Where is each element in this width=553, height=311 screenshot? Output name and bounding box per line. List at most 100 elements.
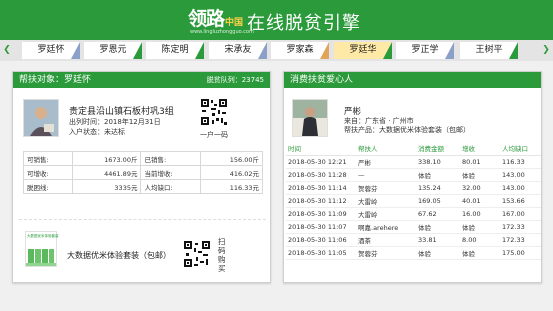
product-image[interactable]: 大数据优米体验套装 — [25, 231, 59, 267]
tab-label: 宋承友 — [224, 45, 252, 55]
person-photo-icon — [24, 100, 58, 136]
beneficiary-title: 帮扶对象：罗廷怀 — [19, 75, 92, 85]
qr-code-icon — [183, 240, 211, 268]
product-qr-code[interactable] — [183, 240, 211, 268]
tab-person[interactable]: 罗廷怀 — [22, 42, 80, 59]
table-row: 2018-05-30 11:12 大雷岭 169.05 40.01 153.66 — [286, 194, 541, 208]
stat-value: 4461.89元 — [71, 165, 142, 180]
beneficiary-address: 贵定县沿山镇石板村巩3组 — [69, 107, 174, 117]
table-cell: 贺蓉芬 — [356, 246, 416, 260]
donors-panel: 消费扶贫爱心人 严彬 来自：广东省 · 广州市 帮扶产品：大数据优米体验套装（包… — [283, 71, 542, 283]
tab-person[interactable]: 罗恩元 — [84, 42, 142, 59]
tab-corner-marker — [320, 42, 329, 59]
table-cell: 135.24 — [416, 181, 460, 195]
table-cell: 167.00 — [500, 207, 541, 221]
table-cell: 116.33 — [500, 155, 541, 169]
logo-main-text: 领路 — [188, 8, 225, 30]
stats-row: 可销售: 1673.00斤 已销售: 156.00斤 — [23, 151, 263, 166]
tab-label: 罗正学 — [411, 45, 439, 55]
table-cell: 体验 — [416, 220, 460, 234]
table-cell: 大雷岭 — [356, 194, 416, 208]
table-cell: 32.00 — [460, 181, 500, 195]
tabs-next-icon[interactable]: ❯ — [542, 44, 550, 56]
tab-label: 罗家森 — [286, 45, 314, 55]
table-row: 2018-05-30 11:07 啊嘉.arehere 体验 体验 172.33 — [286, 220, 541, 234]
table-cell: 体验 — [460, 220, 500, 234]
scan-to-buy-label: 扫码购买 — [218, 237, 226, 273]
tab-label: 王树平 — [475, 45, 503, 55]
table-cell: 8.00 — [460, 233, 500, 247]
table-cell: 严彬 — [356, 155, 416, 169]
column-header: 人均缺口 — [500, 142, 541, 156]
table-cell: 体验 — [416, 168, 460, 182]
stat-value: 3335元 — [71, 179, 142, 194]
beneficiary-panel-header: 帮扶对象：罗廷怀 脱贫队列：23745 — [13, 72, 270, 88]
column-header: 增收 — [460, 142, 500, 156]
tabs-prev-icon[interactable]: ❮ — [3, 44, 11, 56]
column-header: 消费金额 — [416, 142, 460, 156]
rice-bags-icon — [26, 249, 56, 266]
stat-label: 可增收: — [23, 165, 73, 180]
stat-label: 已销售: — [140, 151, 202, 166]
tab-person[interactable]: 王树平 — [460, 42, 518, 59]
household-qr-code[interactable] — [200, 98, 228, 126]
tab-corner-marker — [509, 42, 518, 59]
table-cell: 2018-05-30 11:14 — [286, 181, 356, 195]
tab-corner-marker — [445, 42, 454, 59]
tab-person[interactable]: 罗家森 — [271, 42, 329, 59]
table-row: 2018-05-30 11:09 大雷岭 67.62 16.00 167.00 — [286, 207, 541, 221]
tab-label: 罗廷怀 — [37, 45, 65, 55]
table-cell: 啊嘉.arehere — [356, 220, 416, 234]
tab-label: 罗恩元 — [99, 45, 127, 55]
table-cell: 2018-05-30 11:28 — [286, 168, 356, 182]
tab-person[interactable]: 陈定明 — [146, 42, 204, 59]
logo[interactable]: 领路 中国 www.lingluzhongguo.com — [188, 7, 254, 35]
out-time: 出列时间：2018年12月31日 — [69, 118, 161, 126]
table-cell: 2018-05-30 11:05 — [286, 246, 356, 260]
logo-url-text: www.lingluzhongguo.com — [190, 29, 254, 35]
table-cell: 2018-05-30 11:12 — [286, 194, 356, 208]
stat-value: 156.00斤 — [200, 151, 263, 166]
tab-person[interactable]: 罗正学 — [396, 42, 454, 59]
tab-label: 陈定明 — [161, 45, 189, 55]
table-cell: 2018-05-30 12:21 — [286, 155, 356, 169]
tab-corner-marker — [133, 42, 142, 59]
donor-product: 帮扶产品：大数据优米体验套装（包邮） — [344, 126, 470, 134]
household-stats-table: 可销售: 1673.00斤 已销售: 156.00斤 可增收: 4461.89元 当前增收:… — [23, 151, 263, 194]
stat-value: 1673.00斤 — [71, 151, 142, 166]
stat-label: 当前增收: — [140, 165, 202, 180]
table-cell: 2018-05-30 11:09 — [286, 207, 356, 221]
product-name[interactable]: 大数据优米体验套装（包邮） — [67, 250, 171, 261]
donors-title: 消费扶贫爱心人 — [290, 75, 354, 85]
table-cell: 2018-05-30 11:06 — [286, 233, 356, 247]
person-photo-icon — [293, 100, 327, 136]
table-cell: 143.00 — [500, 181, 541, 195]
table-row: 2018-05-30 11:05 贺蓉芬 体验 体验 175.00 — [286, 246, 541, 260]
table-cell: 贺蓉芬 — [356, 181, 416, 195]
table-cell: 体验 — [460, 168, 500, 182]
table-cell: 16.00 — [460, 207, 500, 221]
product-image-caption: 大数据优米体验套装 — [27, 234, 59, 238]
table-cell: 40.01 — [460, 194, 500, 208]
tab-person[interactable]: 宋承友 — [209, 42, 267, 59]
donation-records-table: 时间 帮扶人 消费金额 增收 人均缺口 2018-05-30 12:21 严彬 338.10… — [286, 142, 541, 260]
table-cell: 172.33 — [500, 220, 541, 234]
divider — [19, 219, 266, 220]
table-row: 2018-05-30 12:21 严彬 338.10 80.01 116.33 — [286, 155, 541, 169]
page-title: 在线脱贫引擎 — [247, 13, 361, 34]
stat-label: 可销售: — [23, 151, 73, 166]
poverty-queue-count: 脱贫队列：23745 — [206, 76, 264, 84]
table-cell: 体验 — [416, 246, 460, 260]
stat-label: 脱困线: — [23, 179, 73, 194]
tab-corner-marker — [258, 42, 267, 59]
table-cell: 338.10 — [416, 155, 460, 169]
table-cell: — — [356, 168, 416, 182]
column-header: 时间 — [286, 142, 356, 156]
table-cell: 175.00 — [500, 246, 541, 260]
table-cell: 80.01 — [460, 155, 500, 169]
logo-sub-text: 中国 — [225, 18, 244, 28]
tab-person[interactable]: 罗廷华 — [334, 42, 392, 59]
donors-panel-header: 消费扶贫爱心人 — [284, 72, 541, 88]
qr-code-icon — [200, 98, 228, 126]
table-cell: 体验 — [460, 246, 500, 260]
